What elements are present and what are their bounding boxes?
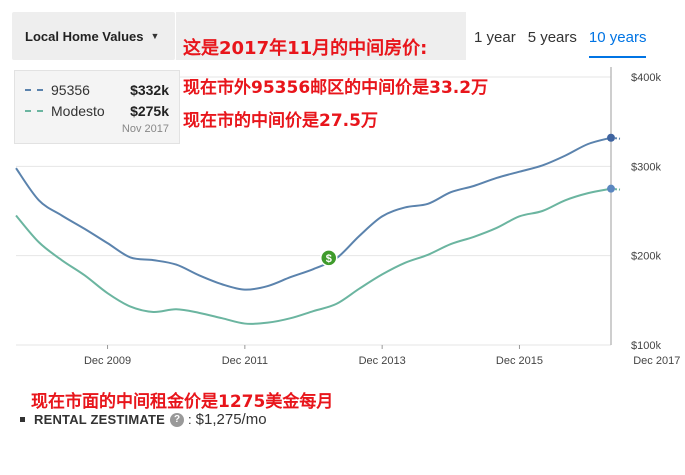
y-tick-label: $200k	[631, 251, 661, 263]
rental-value: $1,275/mo	[195, 411, 267, 428]
x-tick-label: Dec 2009	[84, 355, 131, 367]
legend-swatch-modesto	[25, 110, 43, 112]
overlay-headline: 这是2017年11月的中间房价:	[183, 38, 428, 59]
dollar-marker-icon[interactable]: $	[320, 249, 338, 267]
rental-label: RENTAL ZESTIMATE	[34, 412, 166, 427]
legend-name: Modesto	[51, 103, 105, 119]
overlay-line-modesto: 现在市的中间价是27.5万	[183, 111, 378, 131]
x-tick-label: Dec 2015	[496, 355, 543, 367]
x-tick-label: Dec 2017	[633, 355, 680, 367]
y-tick-label: $400k	[631, 72, 661, 84]
chart-legend: 95356 $332k Modesto $275k Nov 2017	[14, 70, 180, 144]
legend-item-95356: 95356 $332k	[25, 81, 169, 99]
legend-date: Nov 2017	[121, 123, 169, 135]
overlay-line-95356: 现在市外95356邮区的中间价是33.2万	[183, 78, 489, 98]
series-endpoint-modesto	[607, 184, 615, 193]
overlay-rent-note: 现在市面的中间租金价是1275美金每月	[31, 392, 334, 412]
bullet-icon	[20, 417, 25, 422]
rental-zestimate: RENTAL ZESTIMATE ? : $1,275/mo	[20, 411, 267, 428]
x-tick-label: Dec 2011	[222, 355, 268, 367]
legend-swatch-95356	[25, 89, 43, 91]
series-endpoint-95356	[607, 133, 615, 142]
legend-item-modesto: Modesto $275k	[25, 102, 169, 120]
series-line-modesto	[15, 187, 612, 325]
legend-value: $332k	[130, 82, 169, 98]
legend-name: 95356	[51, 82, 90, 98]
svg-text:$: $	[326, 253, 332, 265]
rental-separator: :	[188, 412, 192, 427]
series-line-95356	[15, 136, 612, 291]
legend-value: $275k	[130, 103, 169, 119]
x-tick-label: Dec 2013	[359, 355, 406, 367]
help-icon[interactable]: ?	[170, 412, 185, 427]
y-tick-label: $300k	[631, 161, 661, 173]
